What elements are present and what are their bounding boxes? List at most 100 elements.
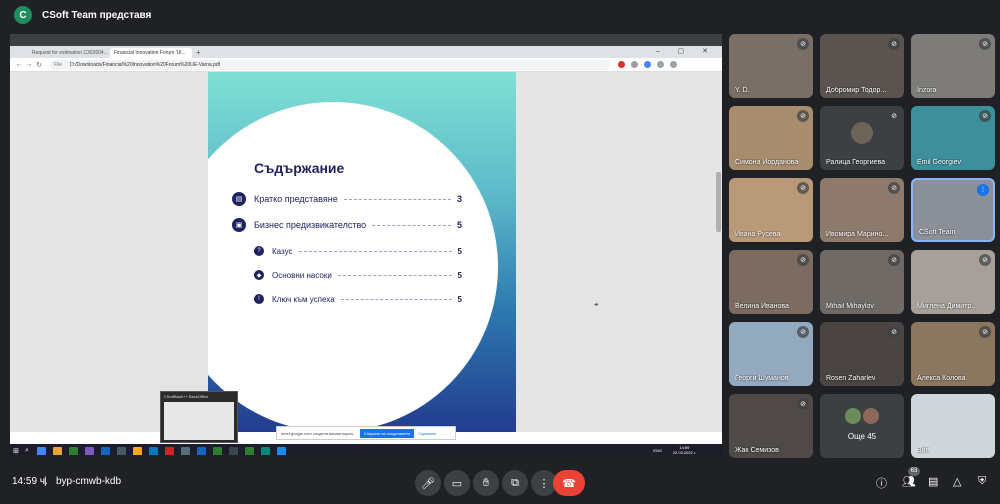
host-controls-icon[interactable]: ⛨ [978,475,986,488]
toc-item: ! Ключ към успеха 5 [254,292,462,306]
extension-icon[interactable] [644,61,651,68]
participant-tile[interactable]: Mihail Mihaylov ⊘ [820,250,904,314]
browser-tab[interactable]: Request for estimation C302604... [28,48,110,58]
participant-tile[interactable]: Още 45 [820,394,904,458]
menu-icon[interactable] [670,61,677,68]
leave-call-button[interactable]: ☎︎ [553,470,585,496]
participant-tile[interactable]: CSoft Team ⁞ [911,178,995,242]
microphone-icon: 🎤︎ [421,477,435,490]
back-icon[interactable]: ← [14,61,24,68]
participant-tile[interactable]: Ивомира Марино... ⊘ [820,178,904,242]
briefcase-icon: ▣ [232,218,246,232]
separator: | [44,476,47,487]
forward-icon[interactable]: → [24,61,34,68]
visual-studio-icon[interactable] [85,446,94,455]
search-icon[interactable]: ⌕ [25,447,37,455]
participant-name: Mihail Mihaylov [826,303,874,310]
info-icon[interactable]: ⓘ [876,475,887,491]
participant-name: Симона Йорданова [735,159,799,166]
participant-tile[interactable]: Y. D. ⊘ [729,34,813,98]
avatar [845,408,861,424]
windows-start-icon[interactable]: ⊞ [13,447,25,455]
present-icon: ⧉ [511,476,519,489]
toc-title: Съдържание [254,160,345,176]
participant-tile[interactable]: Миглена Димитр... ⊘ [911,250,995,314]
url-info: File [54,61,63,68]
participant-name: Emil Georgiev [917,159,961,166]
participant-tile[interactable]: Ралица Георгиева ⊘ [820,106,904,170]
mic-off-icon: ⊘ [888,182,900,194]
more-vert-icon: ⋮ [538,477,550,490]
hide-button[interactable]: Скриване [418,431,436,436]
excel-icon[interactable] [69,446,78,455]
preview-title: CSoftBank++ BackOffice [164,394,209,399]
meeting-code: byp-cmwb-kdb [56,476,122,487]
participant-tile[interactable]: Велина Иванова ⊘ [729,250,813,314]
app-icon[interactable] [117,446,126,455]
mic-off-icon: ⊘ [979,254,991,266]
explorer-icon[interactable] [53,446,62,455]
browser-tab-active[interactable]: Financial Innovation Forum 'Ul... [110,48,192,58]
toc-item: ▤ Кратко представяне 3 [232,192,462,206]
word-icon[interactable] [197,446,206,455]
extension-icons [618,61,677,68]
pdf-page: Съдържание ▤ Кратко представяне 3 ▣ Бизн… [208,72,516,432]
participant-name: Алекса Колова [917,375,966,382]
participant-tile[interactable]: Добромир Тодор... ⊘ [820,34,904,98]
presenter-avatar: C [14,6,32,24]
participant-tile[interactable]: Emil Georgiev ⊘ [911,106,995,170]
participant-tile[interactable]: Алекса Колова ⊘ [911,322,995,386]
shared-screen: Request for estimation C302604... Financ… [10,34,722,455]
app-icon[interactable] [181,446,190,455]
participant-tile[interactable]: Rosen Zaharlev ⊘ [820,322,904,386]
new-tab-button[interactable]: + [196,48,201,58]
camera-button[interactable]: ▭ [444,470,470,496]
url-field[interactable]: File D:/Downloads/Financial%20Innovation… [50,59,610,70]
stop-sharing-button[interactable]: Спиране на споделянето [359,428,415,438]
participant-name: Ивана Русева [735,231,781,238]
raise-hand-button[interactable]: ✋︎ [473,470,499,496]
hand-icon: ✋︎ [482,476,490,489]
taskbar-preview[interactable]: CSoftBank++ BackOffice [160,391,238,443]
participant-tile[interactable]: Вие [911,394,995,458]
mic-off-icon: ⊘ [979,110,991,122]
window-controls[interactable]: – ▢ ✕ [656,47,716,55]
toc-item-page: 5 [456,220,462,230]
toc-leader [337,274,452,276]
toc-item: ▣ Бизнес предизвикателство 5 [232,218,462,232]
present-button[interactable]: ⧉ [502,470,528,496]
people-icon[interactable]: 👥︎ [902,475,916,488]
microphone-button[interactable]: 🎤︎ [415,470,441,496]
mic-off-icon: ⊘ [797,326,809,338]
app-icon[interactable] [261,446,270,455]
participant-name: Жак Семизов [735,447,779,454]
activities-icon[interactable]: △ [953,475,961,488]
app-icon[interactable] [149,446,158,455]
app-icon[interactable] [165,446,174,455]
toc-leader [298,250,452,252]
outlook-icon[interactable] [101,446,110,455]
participant-tile[interactable]: Георги Шуманов ⊘ [729,322,813,386]
taskbar-clock[interactable]: 14:59 22.03.2022 г. [673,445,696,455]
participant-tile[interactable]: Inzora ⊘ [911,34,995,98]
mic-off-icon: ⊘ [797,398,809,410]
profile-icon[interactable] [657,61,664,68]
question-icon: ? [254,246,264,256]
language-indicator[interactable]: ENG [653,448,662,453]
reload-icon[interactable]: ↻ [34,61,44,69]
app-icon[interactable] [229,446,238,455]
chrome-icon[interactable] [37,446,46,455]
participant-tile[interactable]: Ивана Русева ⊘ [729,178,813,242]
page-decoration-circle [208,102,498,432]
chat-icon[interactable]: ▤ [928,475,938,488]
extension-icon[interactable] [631,61,638,68]
edge-icon[interactable] [277,446,286,455]
mic-off-icon: ⊘ [797,254,809,266]
excel-icon[interactable] [245,446,254,455]
participant-tile[interactable]: Симона Йорданова ⊘ [729,106,813,170]
participant-tile[interactable]: Жак Семизов ⊘ [729,394,813,458]
pdf-scrollbar[interactable] [716,172,721,232]
app-icon[interactable] [133,446,142,455]
extension-icon[interactable] [618,61,625,68]
excel-icon[interactable] [213,446,222,455]
